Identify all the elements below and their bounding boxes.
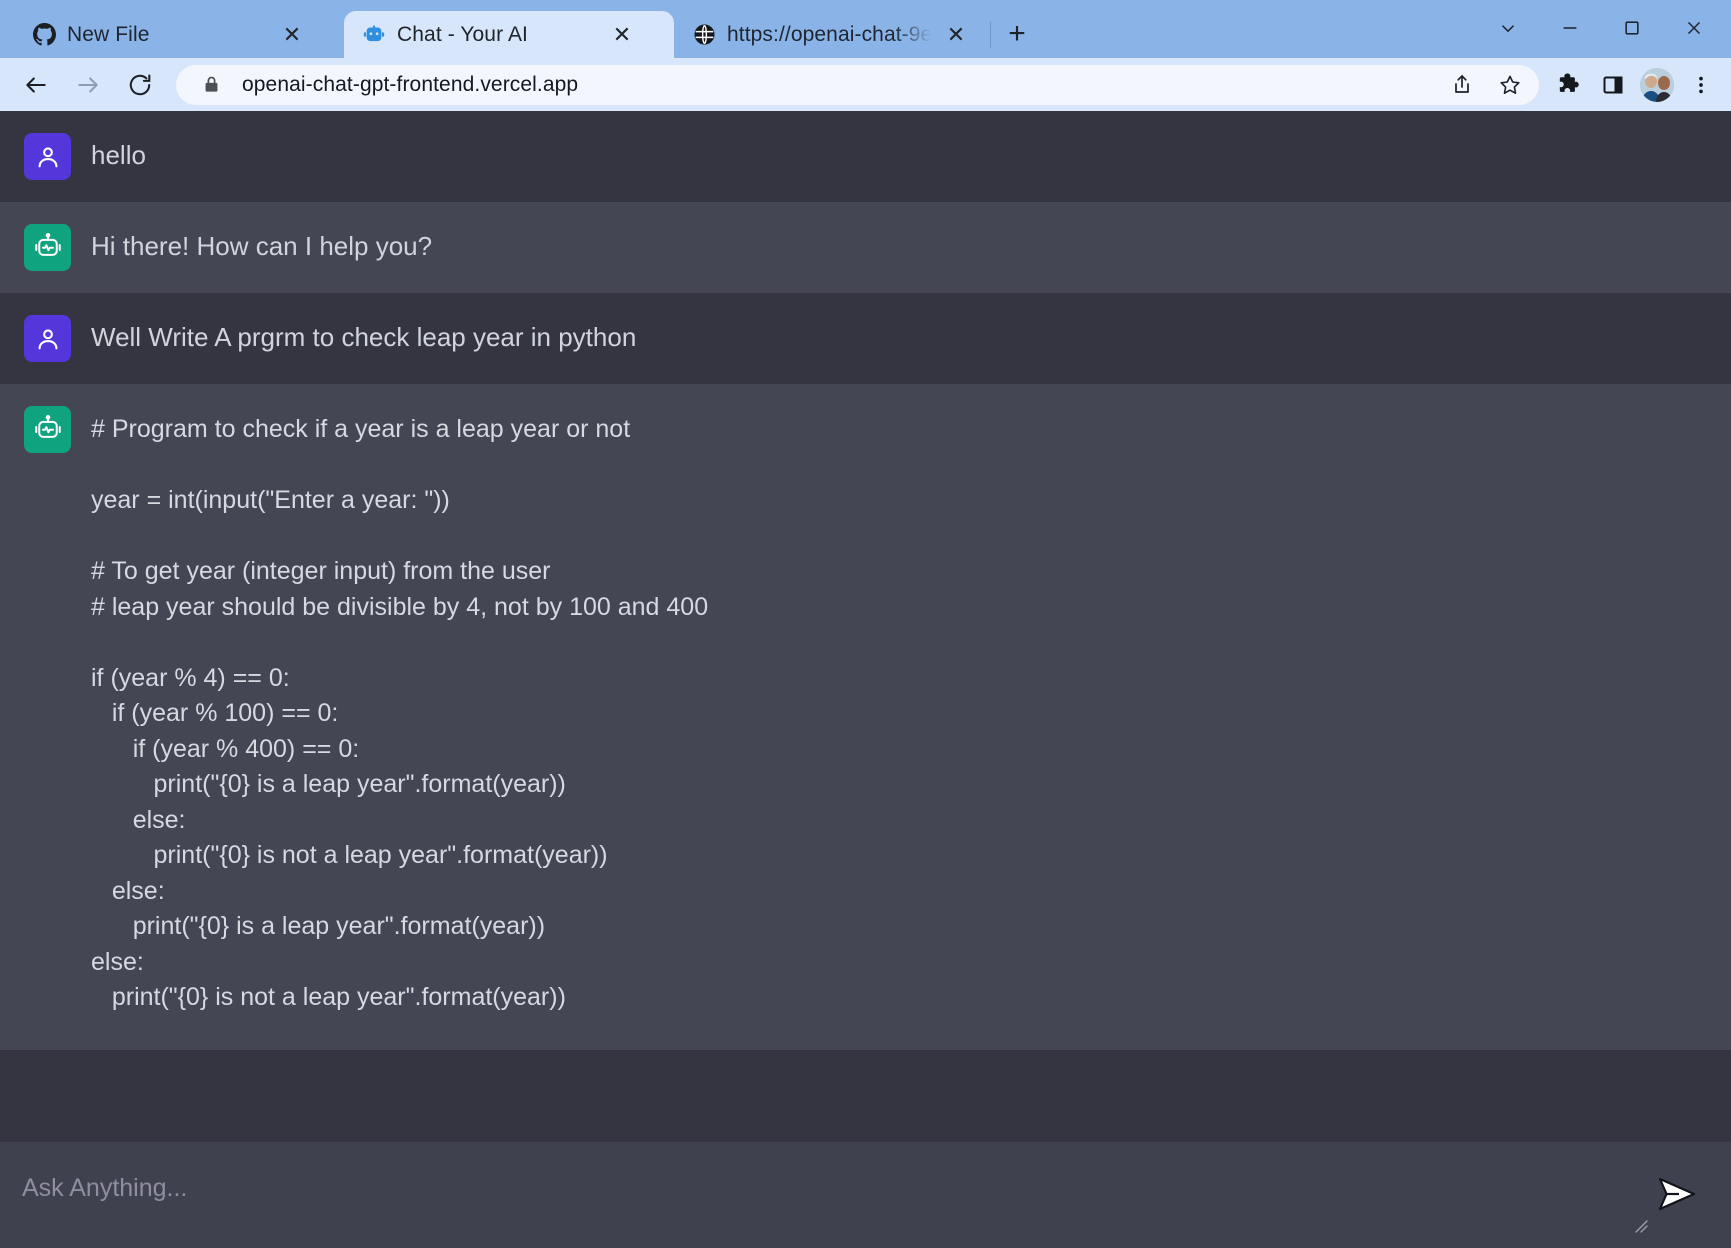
- bot-avatar-icon: [24, 406, 71, 453]
- message-text: Hi there! How can I help you?: [91, 231, 433, 261]
- page-viewport: hello Hi there! How can I help you? Well…: [0, 111, 1731, 1248]
- user-avatar-icon: [24, 133, 71, 180]
- puzzle-icon[interactable]: [1547, 63, 1591, 107]
- chat-input[interactable]: [0, 1142, 1731, 1248]
- tab-search-icon[interactable]: [1477, 6, 1539, 50]
- browser-toolbar: openai-chat-gpt-frontend.vercel.app: [0, 58, 1731, 111]
- tab-title: https://openai-chat-9e9h.onrend: [727, 22, 931, 46]
- chat-message-bot: Hi there! How can I help you?: [0, 202, 1731, 293]
- send-button[interactable]: [1653, 1172, 1701, 1216]
- tab-close-icon[interactable]: ✕: [942, 21, 970, 49]
- chat-bottom-spacer: [0, 1049, 1731, 1084]
- globe-icon: [692, 23, 716, 47]
- minimize-icon[interactable]: [1539, 6, 1601, 50]
- three-dot-menu-icon[interactable]: [1679, 63, 1723, 107]
- side-panel-icon[interactable]: [1591, 63, 1635, 107]
- bot-avatar-icon: [24, 224, 71, 271]
- lock-icon: [194, 68, 228, 102]
- tab-separator: [990, 22, 991, 48]
- back-button[interactable]: [14, 63, 58, 107]
- address-bar[interactable]: openai-chat-gpt-frontend.vercel.app: [176, 64, 1539, 105]
- message-text: Well Write A prgrm to check leap year in…: [91, 322, 637, 352]
- close-icon[interactable]: [1663, 6, 1725, 50]
- chat-message-user: hello: [0, 111, 1731, 202]
- window-controls: [1477, 6, 1725, 50]
- robot-icon: [362, 23, 386, 47]
- tab-new-file[interactable]: New File ✕: [14, 11, 344, 58]
- composer-bar: [0, 1142, 1731, 1248]
- message-text: hello: [91, 140, 146, 170]
- tab-chat-your-ai[interactable]: Chat - Your AI ✕: [344, 11, 674, 58]
- chat-message-list: hello Hi there! How can I help you? Well…: [0, 111, 1731, 1142]
- chat-message-user: Well Write A prgrm to check leap year in…: [0, 293, 1731, 384]
- reload-button[interactable]: [118, 63, 162, 107]
- tab-strip: New File ✕ Chat - Your AI ✕ https://open…: [0, 0, 1731, 58]
- tab-close-icon[interactable]: ✕: [608, 21, 636, 49]
- new-tab-button[interactable]: +: [995, 14, 1039, 54]
- message-code-text: # Program to check if a year is a leap y…: [91, 415, 709, 1011]
- star-icon[interactable]: [1493, 68, 1527, 102]
- tab-openai-chat-onrender[interactable]: https://openai-chat-9e9h.onrend ✕: [674, 11, 984, 58]
- url-text: openai-chat-gpt-frontend.vercel.app: [242, 72, 579, 96]
- maximize-icon[interactable]: [1601, 6, 1663, 50]
- browser-window: New File ✕ Chat - Your AI ✕ https://open…: [0, 0, 1731, 1248]
- chat-message-bot: # Program to check if a year is a leap y…: [0, 384, 1731, 1050]
- avatar: [1640, 67, 1674, 102]
- tab-title: New File: [67, 22, 150, 46]
- github-icon: [32, 23, 56, 47]
- share-icon[interactable]: [1445, 68, 1479, 102]
- tab-close-icon[interactable]: ✕: [278, 21, 306, 49]
- tab-title: Chat - Your AI: [397, 22, 528, 46]
- profile-avatar[interactable]: [1635, 63, 1679, 107]
- forward-button[interactable]: [66, 63, 110, 107]
- user-avatar-icon: [24, 315, 71, 362]
- resize-grip-icon[interactable]: [1633, 1218, 1655, 1240]
